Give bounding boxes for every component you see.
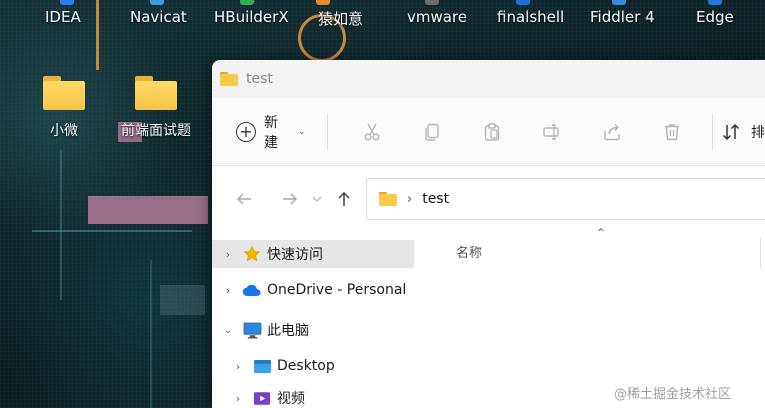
- chevron-right-icon[interactable]: ›: [222, 248, 234, 261]
- cloud-icon: [242, 281, 262, 299]
- address-path[interactable]: test: [422, 191, 449, 207]
- arrow-up-icon: [338, 191, 350, 206]
- sort-icon: [722, 123, 740, 140]
- nav-item-this-pc[interactable]: ⌄ 此电脑: [212, 310, 414, 350]
- desktop-app-idea[interactable]: IDEA: [45, 8, 81, 26]
- scissors-icon: [364, 123, 380, 140]
- nav-item-label: OneDrive - Personal: [267, 282, 407, 298]
- column-header: ⌃ 名称: [414, 226, 765, 272]
- hbuilderx-app-icon[interactable]: [240, 0, 254, 5]
- folder-icon: [135, 76, 177, 110]
- arrow-left-icon: [236, 193, 251, 205]
- title-bar[interactable]: test: [212, 60, 765, 98]
- fiddler-app-icon[interactable]: [612, 0, 626, 5]
- address-row: › test: [212, 166, 765, 232]
- nav-item-quick-access[interactable]: › 快速访问: [212, 240, 414, 268]
- nav-item-label: 快速访问: [267, 247, 323, 263]
- new-button[interactable]: + 新建 ⌄: [236, 112, 305, 152]
- desktop-app-vmware[interactable]: vmware: [407, 8, 467, 26]
- copy-button[interactable]: [402, 122, 462, 142]
- clipboard-icon: [485, 122, 500, 141]
- nav-item-desktop[interactable]: › Desktop: [212, 350, 414, 382]
- monitor-icon: [242, 321, 262, 339]
- address-bar[interactable]: › test: [366, 178, 765, 220]
- back-button[interactable]: [228, 190, 260, 208]
- navicat-app-icon[interactable]: [150, 0, 164, 5]
- nav-item-label: 视频: [277, 391, 305, 407]
- folder-icon: [220, 72, 238, 86]
- chevron-right-icon[interactable]: ›: [232, 392, 244, 405]
- desktop-folder-label: 小微: [50, 123, 78, 139]
- watermark: @稀土掘金技术社区: [614, 387, 732, 402]
- desktop-folder-label: 前端面试题: [121, 123, 191, 139]
- desktop-app-fiddler[interactable]: Fiddler 4: [590, 8, 655, 26]
- desktop-app-hbuilderx[interactable]: HBuilderX: [214, 8, 289, 26]
- paste-button[interactable]: [462, 122, 522, 142]
- arrow-right-icon: [283, 193, 298, 205]
- desktop-app-finalshell[interactable]: finalshell: [497, 8, 564, 26]
- plus-circle-icon: +: [236, 121, 256, 142]
- recent-locations-button[interactable]: [306, 193, 328, 205]
- wallpaper-decor: [96, 0, 99, 70]
- share-button[interactable]: [582, 122, 642, 142]
- nav-item-label: Desktop: [277, 358, 335, 374]
- desktop-app-navicat[interactable]: Navicat: [130, 8, 187, 26]
- toolbar-divider: [711, 113, 713, 150]
- column-divider[interactable]: [760, 238, 761, 268]
- toolbar-divider: [327, 113, 329, 150]
- desktop-app-edge[interactable]: Edge: [696, 8, 734, 26]
- cut-button[interactable]: [342, 122, 402, 142]
- chevron-right-icon[interactable]: ›: [222, 284, 234, 297]
- trash-icon: [665, 123, 680, 140]
- up-button[interactable]: [328, 190, 360, 208]
- wallpaper-decor: [160, 285, 205, 315]
- desktop-app-yuanruyi[interactable]: 猿如意: [318, 8, 363, 29]
- column-header-name[interactable]: 名称: [456, 242, 482, 261]
- rename-button[interactable]: [522, 122, 582, 142]
- finalshell-app-icon[interactable]: [516, 0, 530, 5]
- wallpaper-decor: [88, 196, 208, 224]
- chevron-right-icon[interactable]: ›: [407, 192, 412, 207]
- forward-button[interactable]: [274, 190, 306, 208]
- rename-icon: [543, 123, 559, 140]
- desktop-folder-interview[interactable]: 前端面试题: [121, 76, 191, 140]
- nav-item-onedrive[interactable]: › OneDrive - Personal: [212, 270, 414, 310]
- wallpaper-decor: [60, 150, 62, 300]
- chevron-right-icon[interactable]: ›: [232, 360, 244, 373]
- folder-icon: [43, 76, 85, 110]
- star-icon: [242, 245, 262, 263]
- file-explorer-window: test + 新建 ⌄ 排 › test › 快速访问 › OneDrive -…: [212, 60, 765, 408]
- nav-item-videos[interactable]: › 视频: [212, 382, 414, 408]
- sort-ascending-icon: ⌃: [596, 226, 607, 240]
- sort-button-label: 排: [750, 124, 765, 141]
- explorer-body: › 快速访问 › OneDrive - Personal ⌄ 此电脑 › Des…: [212, 226, 765, 408]
- chevron-down-icon: [312, 196, 322, 202]
- video-folder-icon: [252, 389, 272, 407]
- file-list: ⌃ 名称: [414, 226, 765, 272]
- nav-item-label: 此电脑: [267, 323, 309, 339]
- share-icon: [604, 123, 620, 140]
- command-bar: + 新建 ⌄ 排: [212, 98, 765, 166]
- desktop-folder-xiaowei[interactable]: 小微: [29, 76, 99, 140]
- chevron-down-icon[interactable]: ⌄: [222, 325, 234, 336]
- window-title: test: [246, 71, 273, 87]
- vmware-app-icon[interactable]: [425, 0, 439, 5]
- copy-icon: [425, 123, 440, 141]
- edge-app-icon[interactable]: [708, 0, 722, 5]
- navigation-pane: › 快速访问 › OneDrive - Personal ⌄ 此电脑 › Des…: [212, 232, 414, 408]
- chevron-down-icon: ⌄: [297, 126, 306, 137]
- new-button-label: 新建: [263, 114, 278, 151]
- folder-icon: [379, 192, 397, 206]
- sort-button[interactable]: 排: [721, 122, 765, 142]
- desktop-folder-icon: [252, 357, 272, 375]
- idea-app-icon[interactable]: [60, 0, 74, 5]
- yuanruyi-app-icon[interactable]: [316, 0, 330, 5]
- wallpaper-decor: [150, 260, 152, 408]
- wallpaper-decor: [32, 230, 192, 232]
- delete-button[interactable]: [642, 122, 702, 142]
